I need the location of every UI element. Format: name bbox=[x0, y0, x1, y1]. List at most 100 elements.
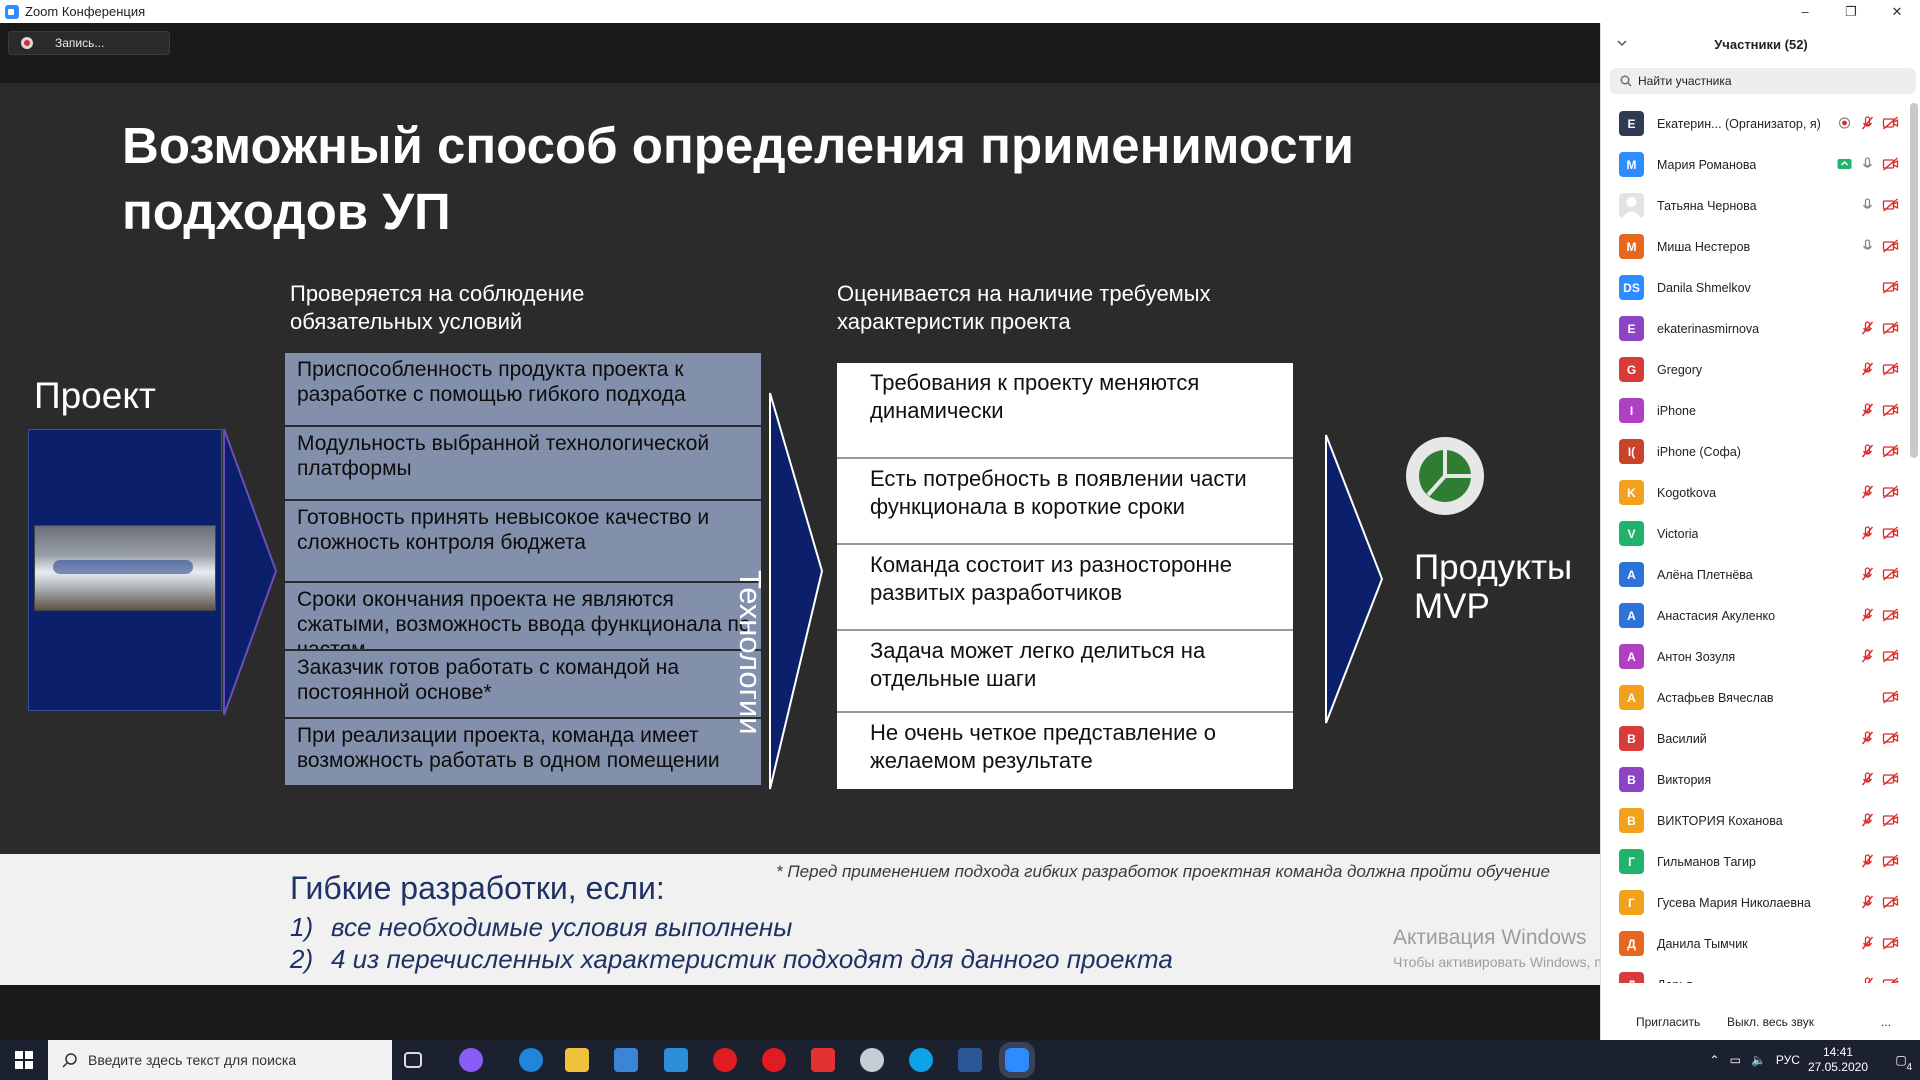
video-off-icon[interactable] bbox=[1882, 361, 1899, 377]
mic-muted-icon[interactable] bbox=[1859, 525, 1876, 541]
mic-muted-icon[interactable] bbox=[1859, 976, 1876, 983]
mic-muted-icon[interactable] bbox=[1859, 484, 1876, 500]
video-off-icon[interactable] bbox=[1882, 525, 1899, 541]
video-off-icon[interactable] bbox=[1882, 566, 1899, 582]
participants-scrollbar[interactable] bbox=[1910, 103, 1918, 458]
participant-row[interactable]: Д Данила Тымчик bbox=[1601, 923, 1907, 964]
close-button[interactable]: ✕ bbox=[1874, 0, 1920, 23]
video-off-icon[interactable] bbox=[1882, 238, 1899, 254]
mic-icon[interactable] bbox=[1859, 197, 1876, 213]
video-off-icon[interactable] bbox=[1882, 976, 1899, 983]
store-icon[interactable] bbox=[614, 1048, 638, 1072]
video-off-icon[interactable] bbox=[1882, 197, 1899, 213]
mic-muted-icon[interactable] bbox=[1859, 566, 1876, 582]
chevron-down-icon[interactable] bbox=[1617, 38, 1627, 48]
video-off-icon[interactable] bbox=[1882, 812, 1899, 828]
video-off-icon[interactable] bbox=[1882, 648, 1899, 664]
participant-row[interactable]: Татьяна Чернова bbox=[1601, 185, 1907, 226]
video-off-icon[interactable] bbox=[1882, 402, 1899, 418]
participant-row[interactable]: Eekaterinasmirnova bbox=[1601, 308, 1907, 349]
mic-muted-icon[interactable] bbox=[1859, 648, 1876, 664]
video-off-icon[interactable] bbox=[1882, 689, 1899, 705]
mic-muted-icon[interactable] bbox=[1859, 443, 1876, 459]
mic-muted-icon[interactable] bbox=[1859, 115, 1876, 131]
video-off-icon[interactable] bbox=[1882, 607, 1899, 623]
app-icon[interactable] bbox=[860, 1048, 884, 1072]
video-off-icon[interactable] bbox=[1882, 484, 1899, 500]
mic-muted-icon[interactable] bbox=[1859, 935, 1876, 951]
participant-row[interactable]: В ВИКТОРИЯ Коханова bbox=[1601, 800, 1907, 841]
restore-button[interactable]: ❐ bbox=[1828, 0, 1874, 23]
mic-muted-icon[interactable] bbox=[1859, 402, 1876, 418]
participant-row[interactable]: А Антон Зозуля bbox=[1601, 636, 1907, 677]
task-view-icon[interactable] bbox=[404, 1052, 422, 1068]
invite-button[interactable]: Пригласить bbox=[1628, 1011, 1708, 1033]
mic-muted-icon[interactable] bbox=[1859, 361, 1876, 377]
chevron-up-icon[interactable]: ⌃ bbox=[1710, 1053, 1720, 1067]
zoom-taskbar-icon[interactable] bbox=[1005, 1048, 1029, 1072]
mic-muted-icon[interactable] bbox=[1859, 607, 1876, 623]
mic-muted-icon[interactable] bbox=[1859, 320, 1876, 336]
video-off-icon[interactable] bbox=[1882, 115, 1899, 131]
mic-muted-icon[interactable] bbox=[1859, 853, 1876, 869]
skype-icon[interactable] bbox=[909, 1048, 933, 1072]
participant-row[interactable]: IiPhone bbox=[1601, 390, 1907, 431]
video-off-icon[interactable] bbox=[1882, 730, 1899, 746]
start-button[interactable] bbox=[0, 1040, 48, 1080]
participant-row[interactable]: В Василий bbox=[1601, 718, 1907, 759]
battery-icon[interactable]: ▭ bbox=[1730, 1053, 1741, 1067]
screen-share-icon bbox=[1837, 159, 1852, 169]
participant-row[interactable]: В Виктория bbox=[1601, 759, 1907, 800]
video-off-icon[interactable] bbox=[1882, 443, 1899, 459]
word-icon[interactable] bbox=[958, 1048, 982, 1072]
yandex-browser-icon[interactable] bbox=[762, 1048, 786, 1072]
participant-search[interactable] bbox=[1610, 68, 1916, 94]
taskbar-search-input[interactable] bbox=[88, 1052, 378, 1068]
mic-icon[interactable] bbox=[1859, 238, 1876, 254]
participant-row[interactable]: А Анастасия Акуленко bbox=[1601, 595, 1907, 636]
mic-muted-icon[interactable] bbox=[1859, 812, 1876, 828]
participant-row[interactable]: G Gregory bbox=[1601, 349, 1907, 390]
language-indicator[interactable]: РУС bbox=[1776, 1053, 1800, 1067]
mic-muted-icon[interactable] bbox=[1859, 771, 1876, 787]
video-off-icon[interactable] bbox=[1882, 320, 1899, 336]
participant-row[interactable]: I(iPhone (Софа) bbox=[1601, 431, 1907, 472]
participant-row[interactable]: М Мария Романова bbox=[1601, 144, 1907, 185]
opera-icon[interactable] bbox=[713, 1048, 737, 1072]
participant-row[interactable]: Е Екатерин... (Организатор, я) bbox=[1601, 103, 1907, 144]
taskbar-search[interactable] bbox=[48, 1040, 392, 1080]
participant-row[interactable]: V Victoria bbox=[1601, 513, 1907, 554]
participant-row[interactable]: М Миша Нестеров bbox=[1601, 226, 1907, 267]
notifications-icon[interactable]: ▢ 4 bbox=[1882, 1040, 1920, 1080]
video-off-icon[interactable] bbox=[1882, 156, 1899, 172]
recording-indicator[interactable]: Запись... bbox=[8, 31, 170, 55]
participant-row[interactable]: Г Гусева Мария Николаевна bbox=[1601, 882, 1907, 923]
condition-item: При реализации проекта, команда имеет во… bbox=[285, 719, 761, 787]
file-explorer-icon[interactable] bbox=[565, 1048, 589, 1072]
mute-all-button[interactable]: Выкл. весь звук bbox=[1719, 1011, 1822, 1033]
cortana-icon[interactable] bbox=[459, 1048, 483, 1072]
yandex-icon[interactable] bbox=[811, 1048, 835, 1072]
volume-icon[interactable]: 🔈 bbox=[1751, 1053, 1766, 1067]
video-off-icon[interactable] bbox=[1882, 279, 1899, 295]
mic-muted-icon[interactable] bbox=[1859, 730, 1876, 746]
participant-row[interactable]: Д Дарья bbox=[1601, 964, 1907, 983]
video-off-icon[interactable] bbox=[1882, 853, 1899, 869]
participant-row[interactable]: Г Гильманов Тагир bbox=[1601, 841, 1907, 882]
video-off-icon[interactable] bbox=[1882, 771, 1899, 787]
participant-row[interactable]: DS Danila Shmelkov bbox=[1601, 267, 1907, 308]
participant-row[interactable]: K Kogotkova bbox=[1601, 472, 1907, 513]
mic-icon[interactable] bbox=[1859, 156, 1876, 172]
video-off-icon[interactable] bbox=[1882, 935, 1899, 951]
edge-icon[interactable] bbox=[519, 1048, 543, 1072]
video-off-icon[interactable] bbox=[1882, 894, 1899, 910]
more-button[interactable]: ... bbox=[1873, 1011, 1899, 1033]
minimize-button[interactable]: – bbox=[1782, 0, 1828, 23]
clock-date: 27.05.2020 bbox=[1807, 1060, 1868, 1074]
mail-icon[interactable] bbox=[664, 1048, 688, 1072]
clock[interactable]: 14:41 27.05.2020 bbox=[1808, 1045, 1868, 1075]
participant-search-input[interactable] bbox=[1638, 74, 1898, 88]
participant-row[interactable]: А Астафьев Вячеслав bbox=[1601, 677, 1907, 718]
mic-muted-icon[interactable] bbox=[1859, 894, 1876, 910]
participant-row[interactable]: А Алёна Плетнёва bbox=[1601, 554, 1907, 595]
